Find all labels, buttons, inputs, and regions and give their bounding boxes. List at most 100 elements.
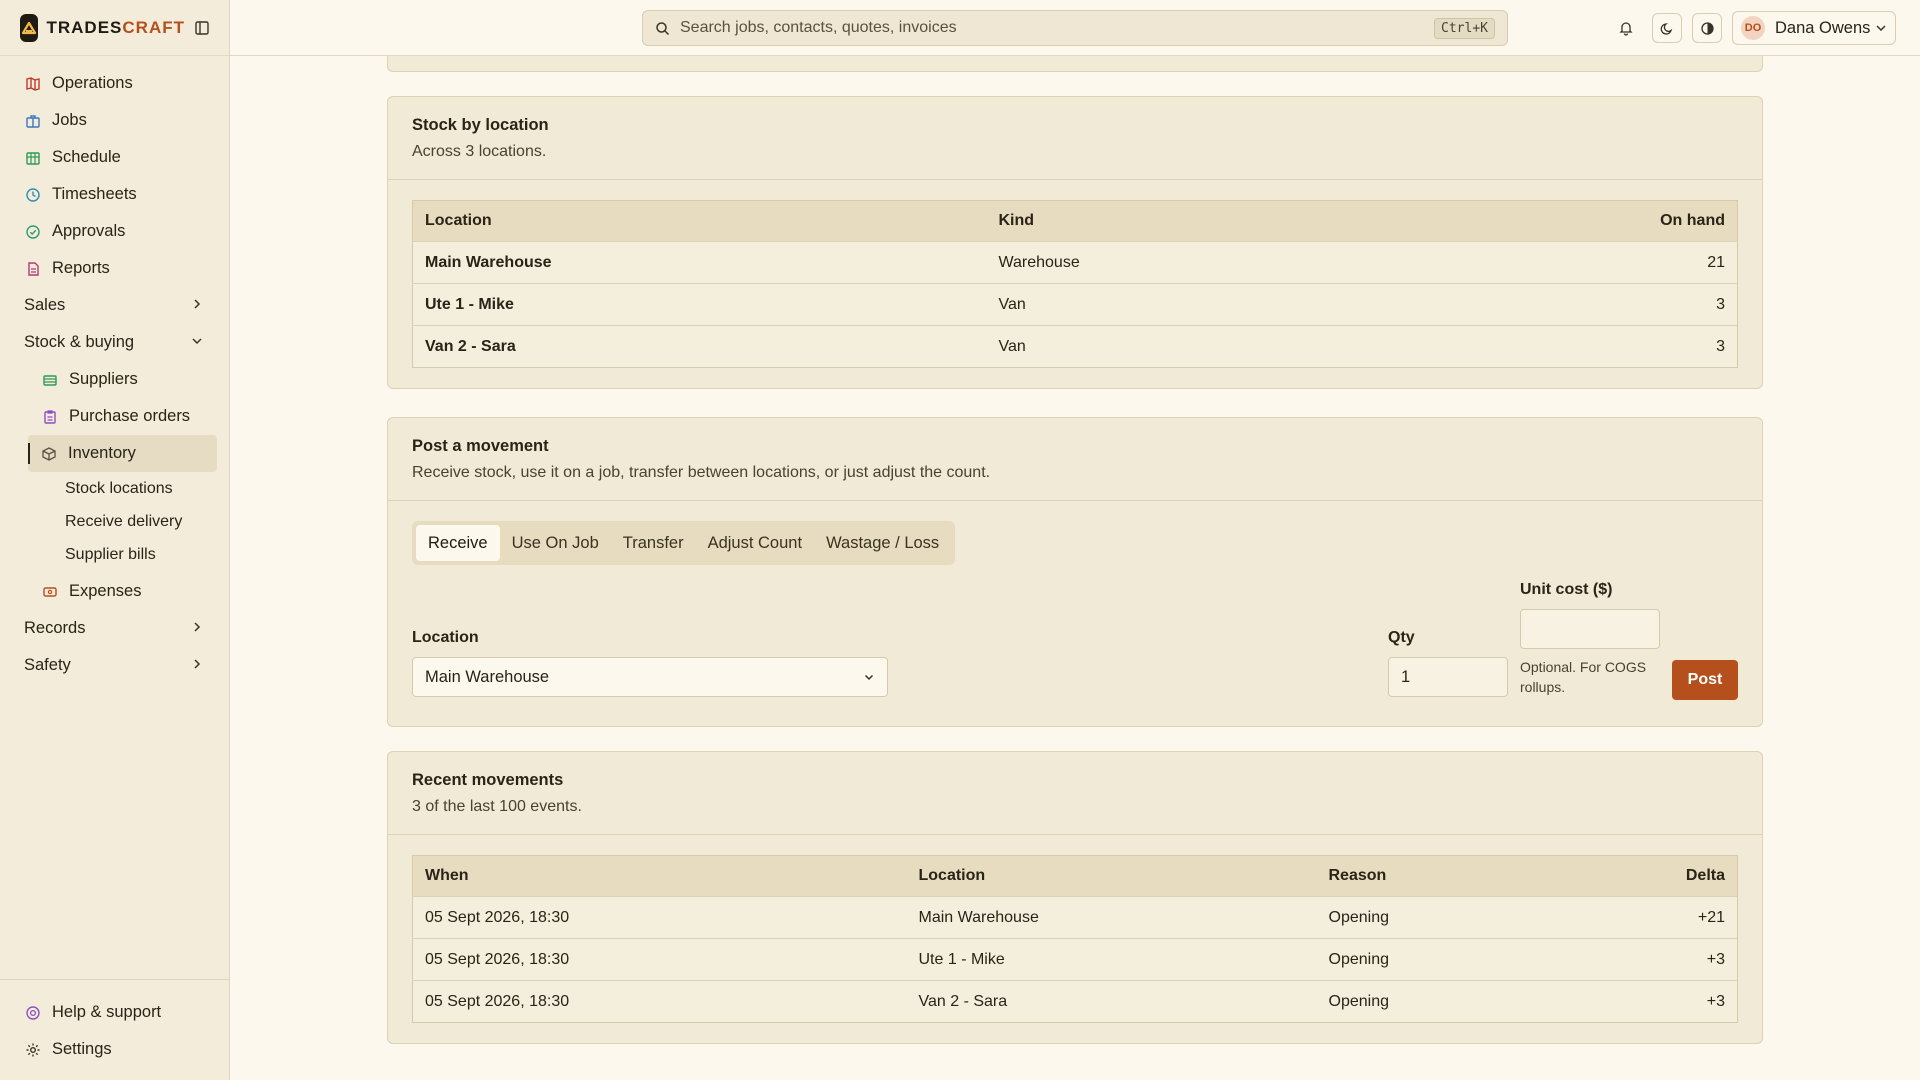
card-title: Stock by location bbox=[412, 116, 549, 134]
cell-reason: Opening bbox=[1316, 896, 1557, 939]
cell-kind: Van bbox=[986, 283, 1393, 326]
nav-item-jobs[interactable]: Jobs bbox=[0, 102, 229, 139]
nav-item-schedule[interactable]: Schedule bbox=[0, 139, 229, 176]
contrast-icon[interactable] bbox=[1692, 13, 1722, 43]
column-header-when[interactable]: When bbox=[413, 856, 907, 897]
column-header-on-hand[interactable]: On hand bbox=[1393, 201, 1738, 242]
chevron-down-icon bbox=[191, 333, 203, 352]
cell-delta: +3 bbox=[1556, 938, 1738, 981]
location-select[interactable]: Main Warehouse bbox=[412, 657, 888, 697]
cell-location: Main Warehouse bbox=[906, 896, 1317, 939]
post-button[interactable]: Post bbox=[1672, 660, 1738, 700]
gear-icon bbox=[24, 1041, 42, 1059]
cell-location: Main Warehouse bbox=[412, 241, 987, 284]
nav-label: Schedule bbox=[52, 148, 121, 166]
table-row[interactable]: Van 2 - Sara Van 3 bbox=[412, 325, 1738, 368]
nav-label: Timesheets bbox=[52, 185, 137, 203]
table-header-row: Location Kind On hand bbox=[412, 200, 1738, 242]
column-header-delta[interactable]: Delta bbox=[1557, 856, 1738, 897]
nav-group-label: Records bbox=[24, 619, 86, 637]
nav-label: Receive delivery bbox=[65, 512, 183, 530]
nav-group-stock[interactable]: Stock & buying bbox=[0, 324, 229, 361]
tab-transfer[interactable]: Transfer bbox=[611, 525, 696, 561]
nav-label: Jobs bbox=[52, 111, 87, 129]
clipboard-icon bbox=[41, 408, 59, 426]
column-header-location[interactable]: Location bbox=[413, 201, 987, 242]
nav-item-reports[interactable]: Reports bbox=[0, 250, 229, 287]
column-header-reason[interactable]: Reason bbox=[1317, 856, 1557, 897]
sidebar-item-expenses[interactable]: Expenses bbox=[0, 573, 229, 610]
qty-label: Qty bbox=[1388, 629, 1415, 646]
sidebar-item-inventory[interactable]: Inventory bbox=[28, 435, 217, 472]
nav-item-help[interactable]: Help & support bbox=[0, 994, 229, 1031]
nav-label: Purchase orders bbox=[69, 407, 191, 425]
nav-item-settings[interactable]: Settings bbox=[0, 1031, 229, 1068]
column-header-kind[interactable]: Kind bbox=[987, 201, 1393, 242]
sidebar-footer: Help & support Settings bbox=[0, 979, 229, 1080]
dark-mode-moon-icon[interactable] bbox=[1652, 13, 1682, 43]
user-name: Dana Owens bbox=[1775, 18, 1871, 37]
recent-movements-card: Recent movements 3 of the last 100 event… bbox=[387, 751, 1763, 1044]
unit-cost-hint: Optional. For COGS rollups. bbox=[1520, 659, 1647, 695]
stock-table: Location Kind On hand Main Warehouse War… bbox=[412, 200, 1738, 368]
cell-delta: +3 bbox=[1556, 980, 1738, 1023]
avatar: DO bbox=[1741, 16, 1765, 40]
sidebar-item-supplier-bills[interactable]: Supplier bills bbox=[0, 538, 229, 571]
tab-wastage-loss[interactable]: Wastage / Loss bbox=[814, 525, 951, 561]
table-row[interactable]: 05 Sept 2026, 18:30 Van 2 - Sara Opening… bbox=[412, 980, 1738, 1023]
nav-label: Approvals bbox=[52, 222, 126, 240]
collapse-sidebar-icon[interactable] bbox=[195, 19, 209, 37]
nav-label: Help & support bbox=[52, 1003, 162, 1021]
nav-label: Operations bbox=[52, 74, 133, 92]
sidebar-item-purchase-orders[interactable]: Purchase orders bbox=[0, 398, 229, 435]
nav-item-operations[interactable]: Operations bbox=[0, 65, 229, 102]
cell-location: Ute 1 - Mike bbox=[906, 938, 1317, 981]
qty-input[interactable]: 1 bbox=[1388, 657, 1508, 697]
nav-group-safety[interactable]: Safety bbox=[0, 647, 229, 684]
truck-icon bbox=[41, 371, 59, 389]
cell-when: 05 Sept 2026, 18:30 bbox=[412, 938, 907, 981]
clock-icon bbox=[24, 186, 42, 204]
map-icon bbox=[24, 75, 42, 93]
brand-logo-icon bbox=[20, 13, 39, 42]
cell-when: 05 Sept 2026, 18:30 bbox=[412, 980, 907, 1023]
chevron-right-icon bbox=[191, 296, 203, 315]
table-row[interactable]: Main Warehouse Warehouse 21 bbox=[412, 241, 1738, 284]
receipt-icon bbox=[41, 583, 59, 601]
cell-reason: Opening bbox=[1316, 980, 1557, 1023]
sidebar-item-stock-locations[interactable]: Stock locations bbox=[0, 472, 229, 505]
column-header-location[interactable]: Location bbox=[907, 856, 1317, 897]
location-field: Location Main Warehouse bbox=[412, 629, 888, 697]
sidebar-item-receive-delivery[interactable]: Receive delivery bbox=[0, 505, 229, 538]
nav-item-approvals[interactable]: Approvals bbox=[0, 213, 229, 250]
table-row[interactable]: 05 Sept 2026, 18:30 Main Warehouse Openi… bbox=[412, 896, 1738, 939]
unit-cost-input[interactable] bbox=[1520, 609, 1660, 649]
table-row[interactable]: Ute 1 - Mike Van 3 bbox=[412, 283, 1738, 326]
notifications-bell-icon[interactable] bbox=[1611, 13, 1641, 43]
unit-cost-field: Unit cost ($) Optional. For COGS rollups… bbox=[1520, 581, 1660, 697]
search-input[interactable]: Search jobs, contacts, quotes, invoices … bbox=[642, 10, 1508, 46]
card-body: Location Kind On hand Main Warehouse War… bbox=[388, 180, 1762, 388]
tab-adjust-count[interactable]: Adjust Count bbox=[696, 525, 814, 561]
card-body: Receive Use On Job Transfer Adjust Count… bbox=[388, 501, 1762, 721]
nav-item-timesheets[interactable]: Timesheets bbox=[0, 176, 229, 213]
sidebar-item-suppliers[interactable]: Suppliers bbox=[0, 361, 229, 398]
table-row[interactable]: 05 Sept 2026, 18:30 Ute 1 - Mike Opening… bbox=[412, 938, 1738, 981]
chevron-right-icon bbox=[191, 619, 203, 638]
nav-group-sales[interactable]: Sales bbox=[0, 287, 229, 324]
user-menu[interactable]: DO Dana Owens bbox=[1732, 11, 1896, 45]
card-subtitle: 3 of the last 100 events. bbox=[412, 798, 582, 815]
nav-group-records[interactable]: Records bbox=[0, 610, 229, 647]
card-subtitle: Receive stock, use it on a job, transfer… bbox=[412, 464, 991, 481]
briefcase-icon bbox=[24, 112, 42, 130]
nav-label: Supplier bills bbox=[65, 545, 156, 563]
sidebar: TRADESCRAFT Operations Jobs Schedule Tim… bbox=[0, 0, 230, 1080]
cell-when: 05 Sept 2026, 18:30 bbox=[412, 896, 907, 939]
location-label: Location bbox=[412, 629, 479, 646]
tab-receive[interactable]: Receive bbox=[416, 525, 500, 561]
brand-name[interactable]: TRADESCRAFT bbox=[46, 18, 185, 38]
card-header: Recent movements 3 of the last 100 event… bbox=[388, 752, 1762, 835]
tab-use-on-job[interactable]: Use On Job bbox=[500, 525, 611, 561]
cell-on-hand: 21 bbox=[1392, 241, 1738, 284]
search-placeholder: Search jobs, contacts, quotes, invoices bbox=[680, 19, 957, 36]
